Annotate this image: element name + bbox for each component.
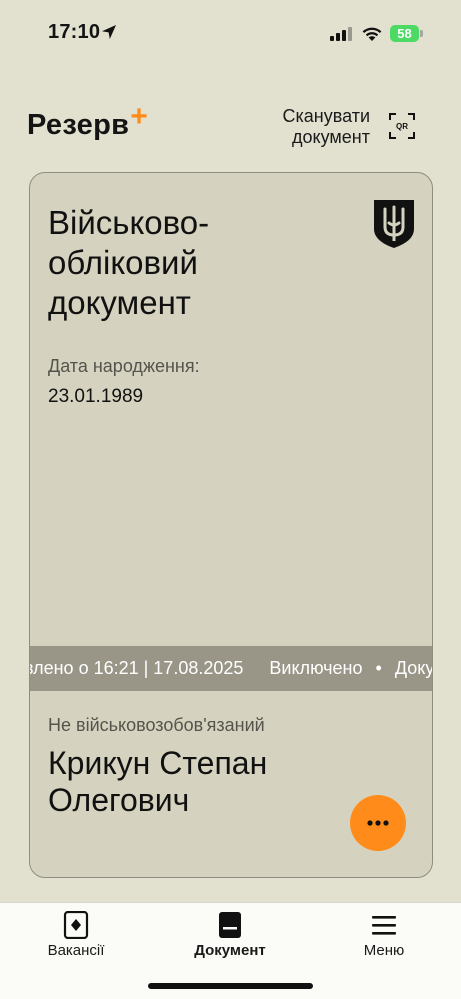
ticker-updated-text: Оновлено о 16:21 | 17.08.2025 [30, 658, 244, 678]
scan-document-button[interactable]: Сканувати документ [252, 106, 371, 148]
more-options-button[interactable] [350, 795, 406, 851]
brand-plus: + [130, 100, 149, 133]
wifi-icon [362, 27, 382, 41]
nav-label-vacancies: Вакансії [47, 942, 105, 959]
birth-date-label: Дата народження: [48, 356, 200, 376]
battery-percentage: 58 [397, 26, 412, 41]
person-full-name: Крикун Степан Олегович [48, 745, 268, 818]
ticker-separator: • [375, 658, 382, 678]
ticker-document-text: Документ [394, 658, 433, 678]
app-logo: Резерв+ [27, 100, 148, 142]
status-ticker: Оновлено о 16:21 | 17.08.2025 Виключено … [30, 646, 433, 691]
ticker-track: Оновлено о 16:21 | 17.08.2025 Виключено … [30, 646, 433, 691]
battery-tip [420, 30, 423, 37]
qr-scan-icon[interactable]: QR [389, 113, 415, 139]
battery-icon: 58 [390, 25, 423, 42]
brand-name: Резерв [27, 109, 130, 141]
document-icon [219, 912, 241, 938]
more-icon [367, 820, 389, 826]
nav-label-menu: Меню [363, 942, 405, 959]
menu-icon [372, 916, 396, 935]
nav-item-vacancies[interactable]: Вакансії [16, 903, 136, 973]
ticker-excluded-text: Виключено [269, 658, 363, 678]
trident-icon [374, 200, 414, 248]
location-arrow-icon [102, 25, 116, 39]
document-title: Військово-обліковий документ [48, 204, 210, 321]
military-document-card[interactable]: Військово-обліковий документ Дата народж… [29, 172, 433, 878]
service-status: Не військовозобов'язаний [48, 715, 265, 735]
nav-label-document: Документ [194, 942, 266, 959]
qr-label: QR [396, 122, 408, 131]
cellular-signal-icon [330, 27, 352, 41]
status-time: 17:10 [48, 21, 101, 43]
nav-item-document[interactable]: Документ [170, 903, 290, 973]
nav-item-menu[interactable]: Меню [324, 903, 444, 973]
home-indicator[interactable] [148, 983, 313, 989]
birth-date-value: 23.01.1989 [48, 386, 144, 407]
vacancies-icon [63, 911, 89, 939]
status-bar: 17:10 58 [0, 0, 461, 66]
